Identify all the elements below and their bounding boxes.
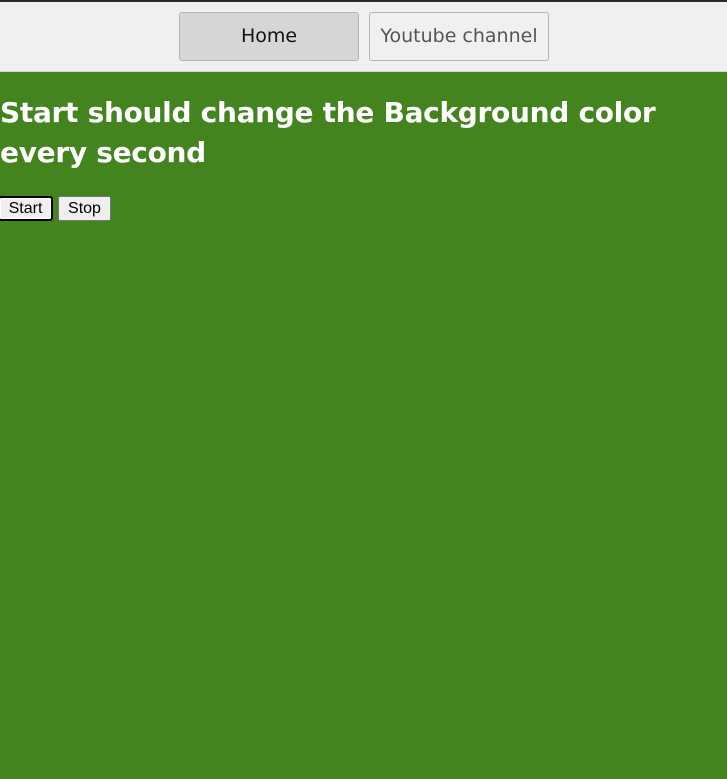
start-button[interactable]: Start <box>0 196 53 221</box>
stop-button[interactable]: Stop <box>58 196 111 221</box>
home-nav-button[interactable]: Home <box>179 12 359 61</box>
nav-bar: Home Youtube channel <box>0 2 727 72</box>
youtube-channel-nav-button[interactable]: Youtube channel <box>369 12 549 61</box>
page-heading: Start should change the Background color… <box>0 96 656 169</box>
